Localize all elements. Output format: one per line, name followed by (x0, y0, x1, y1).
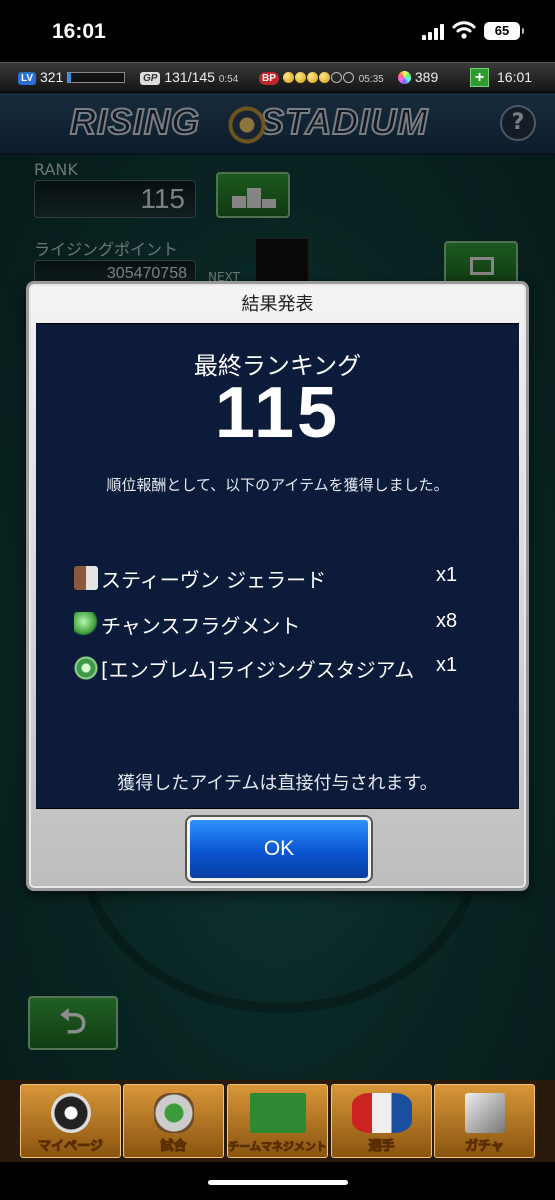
dialog-body: 最終ランキング 115 順位報酬として、以下のアイテムを獲得しました。 スティー… (36, 323, 519, 809)
nav-team-management[interactable]: チームマネジメント (227, 1084, 328, 1158)
bp-coin-full-icon (318, 72, 330, 83)
gem-icon (398, 71, 411, 84)
nav-match-label: 試合 (160, 1139, 187, 1155)
game-status-bar: LV 321 GP 131/145 0:54 BP 05:35 389 + 16… (0, 62, 555, 92)
lv-tag: LV (18, 72, 37, 85)
reward-description: 順位報酬として、以下のアイテムを獲得しました。 (106, 476, 449, 494)
status-time: 16:01 (52, 20, 106, 43)
bottom-navigation: マイページ 試合 チームマネジメント 選手 ガチャ (0, 1080, 555, 1162)
cellular-signal-icon (422, 24, 446, 40)
reward-item: チャンスフラグメント x8 (74, 608, 494, 638)
stadium-icon (154, 1093, 194, 1133)
gacha-cards-icon (465, 1093, 505, 1133)
level-progress-bar (67, 72, 126, 83)
reward-name: チャンスフラグメント (101, 614, 301, 638)
bp-display: BP 05:35 (259, 69, 384, 85)
nav-mypage[interactable]: マイページ (20, 1084, 121, 1158)
nav-players[interactable]: 選手 (331, 1084, 432, 1158)
players-icon (352, 1093, 412, 1133)
wifi-icon (452, 21, 476, 39)
reward-name: スティーヴン ジェラード (101, 568, 327, 592)
bp-coin-full-icon (306, 72, 318, 83)
ios-status-bar: 16:01 65 (0, 0, 555, 62)
bp-coins (282, 69, 355, 85)
bp-coin-full-icon (294, 72, 306, 83)
home-indicator (208, 1180, 348, 1185)
gp-display: GP 131/145 0:54 (140, 69, 238, 85)
home-indicator-area (0, 1162, 555, 1200)
level-value: 321 (39, 69, 64, 85)
nav-team-management-label: チームマネジメント (228, 1140, 327, 1154)
final-rank-value: 115 (214, 373, 341, 453)
bp-timer: 05:35 (358, 74, 384, 85)
level-display: LV 321 (18, 69, 126, 85)
result-dialog: 結果発表 最終ランキング 115 順位報酬として、以下のアイテムを獲得しました。… (26, 281, 529, 891)
game-clock: 16:01 (497, 69, 533, 85)
ok-button[interactable]: OK (187, 817, 371, 881)
nav-gacha[interactable]: ガチャ (434, 1084, 535, 1158)
bp-coin-empty-icon (330, 72, 342, 83)
add-currency-button[interactable]: + (470, 68, 489, 87)
reward-qty: x1 (436, 654, 458, 676)
nav-mypage-label: マイページ (38, 1139, 104, 1155)
battery-indicator: 65 (484, 22, 524, 40)
reward-item: [エンブレム]ライジングスタジアム x1 (74, 652, 494, 682)
grant-note: 獲得したアイテムは直接付与されます。 (117, 773, 438, 794)
player-card-icon (74, 566, 98, 590)
nav-match[interactable]: 試合 (123, 1084, 224, 1158)
chance-fragment-icon (74, 612, 98, 636)
dialog-title: 結果発表 (241, 294, 314, 315)
reward-item: スティーヴン ジェラード x1 (74, 562, 494, 592)
nav-gacha-label: ガチャ (465, 1139, 505, 1155)
reward-qty: x8 (436, 610, 458, 632)
reward-qty: x1 (436, 564, 458, 586)
gp-timer: 0:54 (218, 74, 239, 85)
mypage-icon (51, 1093, 91, 1133)
gp-value: 131/145 (164, 69, 215, 85)
gp-tag: GP (140, 72, 161, 85)
nav-players-label: 選手 (368, 1139, 395, 1155)
formation-icon (250, 1093, 306, 1133)
gem-value: 389 (414, 69, 439, 85)
gem-display: 389 (398, 69, 438, 85)
reward-name: [エンブレム]ライジングスタジアム (101, 658, 415, 682)
emblem-icon (74, 656, 98, 680)
bp-tag: BP (259, 72, 279, 85)
bp-coin-full-icon (282, 72, 294, 83)
bp-coin-empty-icon (342, 72, 354, 83)
